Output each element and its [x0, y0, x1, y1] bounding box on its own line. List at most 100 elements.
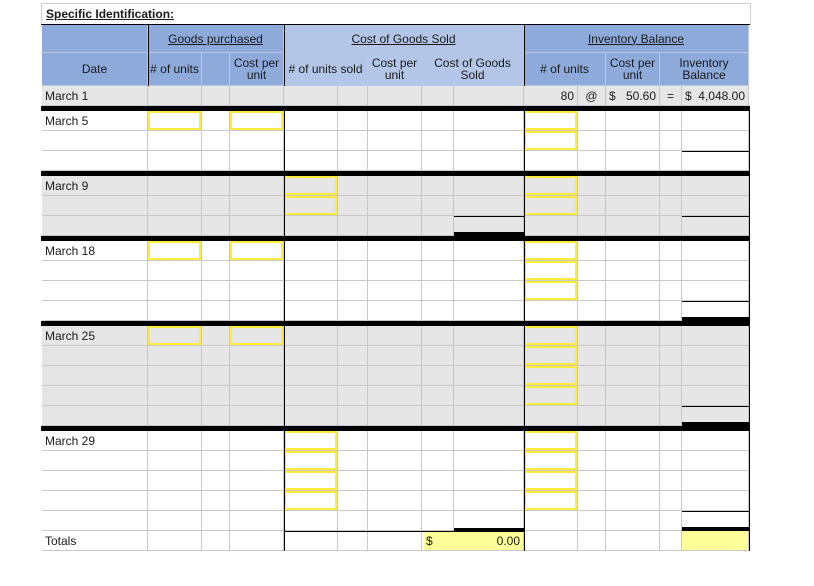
cell[interactable] — [148, 471, 202, 491]
cell[interactable] — [578, 471, 606, 491]
cell[interactable] — [606, 491, 660, 511]
cell[interactable] — [682, 241, 749, 261]
cell[interactable] — [368, 346, 422, 366]
cell[interactable] — [454, 406, 524, 426]
cell[interactable] — [338, 261, 368, 281]
cell[interactable] — [454, 261, 524, 281]
cell[interactable] — [660, 301, 682, 321]
cell[interactable] — [422, 196, 454, 216]
cell[interactable] — [660, 281, 682, 301]
cell[interactable] — [454, 301, 524, 321]
input-cell[interactable] — [284, 196, 338, 216]
cell[interactable] — [606, 196, 660, 216]
cell[interactable] — [578, 151, 606, 171]
cell[interactable] — [230, 386, 284, 406]
cell[interactable] — [148, 366, 202, 386]
cell[interactable] — [338, 406, 368, 426]
cell[interactable] — [578, 451, 606, 471]
cell[interactable] — [148, 281, 202, 301]
input-cell[interactable] — [524, 366, 578, 386]
cell[interactable] — [660, 451, 682, 471]
cell[interactable] — [422, 176, 454, 196]
cell[interactable] — [230, 281, 284, 301]
cell[interactable] — [230, 301, 284, 321]
cell[interactable] — [202, 491, 230, 511]
cell[interactable] — [682, 111, 749, 131]
cell[interactable] — [148, 386, 202, 406]
cell[interactable] — [230, 261, 284, 281]
cell[interactable] — [454, 431, 524, 451]
cell[interactable] — [606, 176, 660, 196]
cell[interactable] — [202, 111, 230, 131]
cell[interactable] — [338, 131, 368, 151]
cell[interactable] — [368, 281, 422, 301]
cell[interactable] — [422, 281, 454, 301]
cell[interactable] — [284, 326, 338, 346]
cell[interactable] — [606, 511, 660, 531]
cell[interactable] — [578, 431, 606, 451]
cell[interactable] — [338, 216, 368, 236]
cell[interactable] — [368, 216, 422, 236]
cell[interactable] — [148, 511, 202, 531]
cell[interactable] — [338, 491, 368, 511]
cell[interactable] — [578, 176, 606, 196]
cell[interactable] — [338, 346, 368, 366]
cell[interactable] — [682, 471, 749, 491]
cell[interactable] — [230, 196, 284, 216]
cell[interactable] — [202, 326, 230, 346]
input-cell[interactable] — [284, 451, 338, 471]
cell[interactable] — [422, 471, 454, 491]
cell[interactable] — [368, 471, 422, 491]
input-cell[interactable] — [524, 281, 578, 301]
cell[interactable] — [422, 451, 454, 471]
cell[interactable] — [338, 151, 368, 171]
cell[interactable] — [606, 471, 660, 491]
input-cell[interactable] — [524, 471, 578, 491]
cell[interactable] — [202, 346, 230, 366]
input-cell[interactable] — [284, 491, 338, 511]
cell[interactable] — [578, 491, 606, 511]
inventory-total-value[interactable] — [682, 531, 749, 551]
cell[interactable] — [230, 491, 284, 511]
cell[interactable] — [606, 406, 660, 426]
cell[interactable] — [368, 261, 422, 281]
cell[interactable] — [578, 241, 606, 261]
cell[interactable] — [660, 471, 682, 491]
cell[interactable] — [682, 281, 749, 301]
cell[interactable] — [368, 511, 422, 531]
cell[interactable] — [338, 511, 368, 531]
cell[interactable] — [660, 131, 682, 151]
cell[interactable] — [682, 386, 749, 406]
cell[interactable] — [202, 151, 230, 171]
cell[interactable] — [660, 491, 682, 511]
cell[interactable] — [368, 386, 422, 406]
cell[interactable] — [202, 386, 230, 406]
cell[interactable] — [338, 241, 368, 261]
cell[interactable] — [606, 431, 660, 451]
cell[interactable] — [682, 491, 749, 511]
cell[interactable] — [660, 386, 682, 406]
cell[interactable] — [284, 346, 338, 366]
cell[interactable] — [338, 386, 368, 406]
cell[interactable] — [682, 176, 749, 196]
cell[interactable] — [454, 151, 524, 171]
cell[interactable] — [422, 151, 454, 171]
cell[interactable] — [148, 216, 202, 236]
cell[interactable] — [454, 451, 524, 471]
cell[interactable] — [454, 281, 524, 301]
cell[interactable] — [606, 131, 660, 151]
cell[interactable] — [202, 366, 230, 386]
cell[interactable] — [148, 406, 202, 426]
cell[interactable] — [454, 386, 524, 406]
cell[interactable] — [454, 111, 524, 131]
cell[interactable] — [422, 366, 454, 386]
cell[interactable] — [454, 131, 524, 151]
cell[interactable] — [422, 386, 454, 406]
cell[interactable] — [338, 301, 368, 321]
cell[interactable] — [660, 241, 682, 261]
cell[interactable] — [606, 241, 660, 261]
cell[interactable] — [682, 451, 749, 471]
cell[interactable] — [578, 301, 606, 321]
cell[interactable] — [338, 281, 368, 301]
cell[interactable] — [578, 326, 606, 346]
